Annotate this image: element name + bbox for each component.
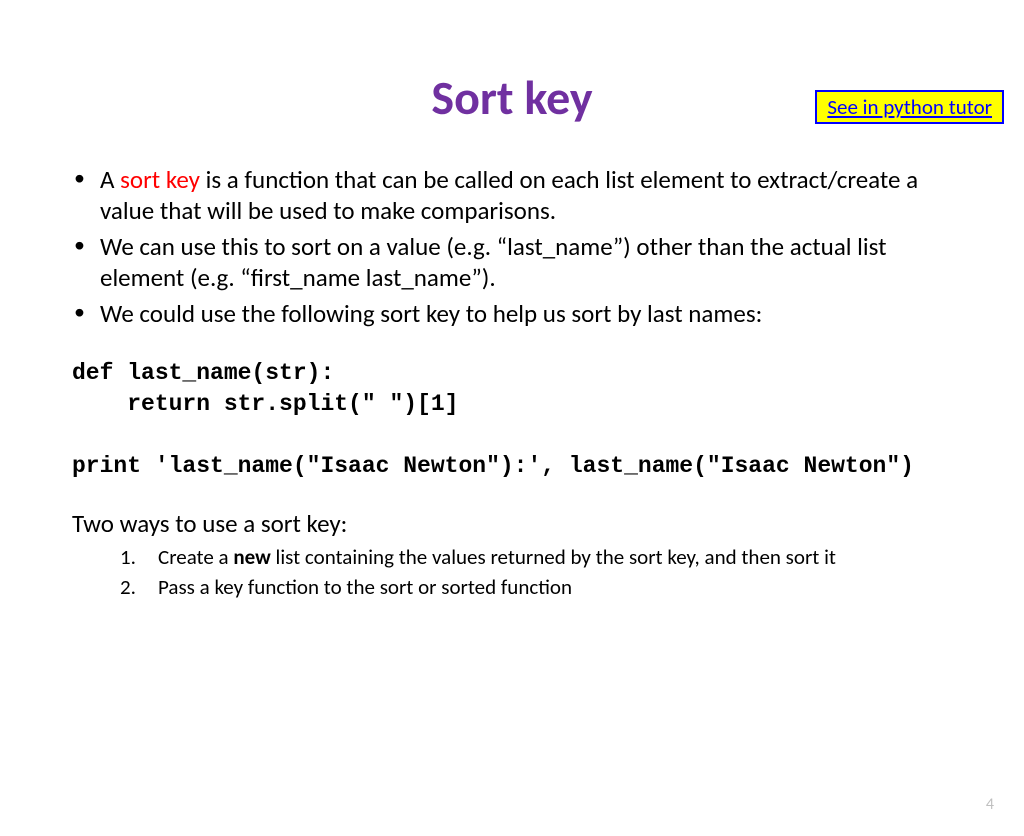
python-tutor-link: See in python tutor	[827, 94, 992, 120]
bullet-item: We can use this to sort on a value (e.g.…	[72, 232, 952, 293]
code-block: def last_name(str): return str.split(" "…	[72, 358, 952, 482]
bullet-prefix: A	[100, 164, 120, 195]
numbered-item: Create a new list containing the values …	[120, 543, 952, 571]
python-tutor-link-box[interactable]: See in python tutor	[815, 90, 1004, 124]
bullet-list: A sort key is a function that can be cal…	[72, 165, 952, 330]
bullet-item: A sort key is a function that can be cal…	[72, 165, 952, 226]
bullet-suffix: is a function that can be called on each…	[100, 164, 918, 226]
sort-key-term: sort key	[120, 164, 200, 195]
numbered-item: Pass a key function to the sort or sorte…	[120, 573, 952, 601]
item-suffix: list containing the values returned by t…	[271, 544, 836, 570]
page-number: 4	[986, 795, 994, 814]
numbered-list: Create a new list containing the values …	[72, 543, 952, 602]
item-prefix: Create a	[158, 544, 233, 570]
two-ways-intro: Two ways to use a sort key:	[72, 508, 952, 539]
slide-content: A sort key is a function that can be cal…	[0, 165, 1024, 601]
item-bold: new	[233, 544, 270, 570]
bullet-item: We could use the following sort key to h…	[72, 299, 952, 330]
